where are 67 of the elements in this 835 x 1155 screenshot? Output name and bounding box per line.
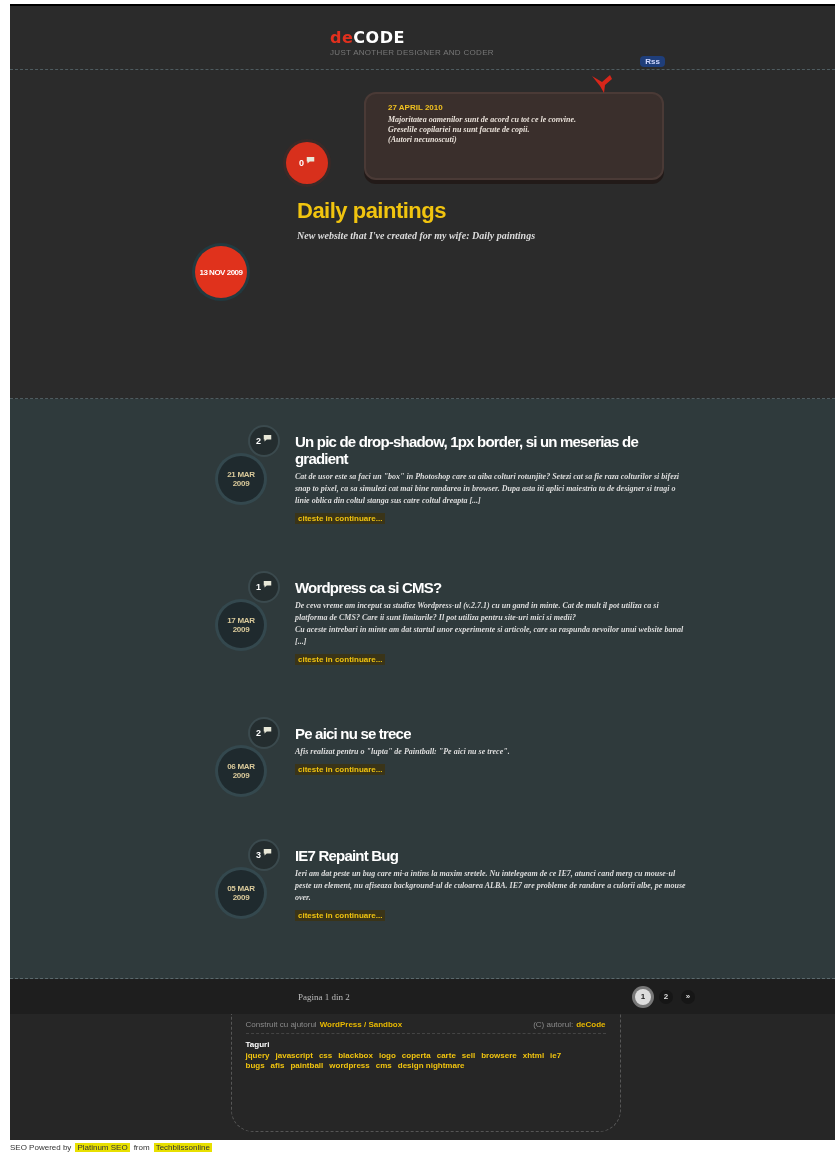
comments-link[interactable]: 3: [250, 841, 278, 869]
quote-date: 27 APRIL 2010: [388, 103, 444, 112]
post-excerpt: Cu aceste intrebari in minte am dat startul unor experimente si articole, care sa raspunda nevoilor unui website banal [...]: [295, 624, 685, 648]
seo-text: from: [133, 1143, 150, 1152]
tag-link[interactable]: ie7: [550, 1051, 562, 1060]
seo-text: SEO Powered by: [10, 1143, 72, 1152]
date-badge: 06 MAR 2009: [218, 748, 264, 794]
tag-link[interactable]: paintball: [290, 1061, 324, 1070]
tag-link[interactable]: bugs: [245, 1061, 265, 1070]
read-more-link[interactable]: citeste in continuare...: [295, 513, 386, 524]
tag-link[interactable]: blackbox: [338, 1051, 373, 1060]
date-badge: 05 MAR 2009: [218, 870, 264, 916]
date-badge: 17 MAR 2009: [218, 602, 264, 648]
post-title-link[interactable]: Wordpress ca si CMS?: [295, 579, 690, 596]
page-link[interactable]: 2: [659, 989, 673, 1004]
tag-link[interactable]: css: [318, 1051, 333, 1060]
post-excerpt: Afis realizat pentru o "lupta" de Paintball: "Pe aici nu se trece".: [295, 746, 511, 758]
credit-link[interactable]: WordPress / Sandbox: [319, 1020, 403, 1029]
read-more-link[interactable]: citeste in continuare...: [295, 910, 386, 921]
read-more-link[interactable]: citeste in continuare...: [295, 764, 386, 775]
tag-link[interactable]: wordpress: [329, 1061, 370, 1070]
speech-bubble-icon: [263, 848, 272, 856]
speech-bubble-icon: [263, 580, 272, 588]
comments-link[interactable]: 1: [250, 573, 278, 601]
author-text: (C) autorul:: [533, 1020, 574, 1029]
post-excerpt: Ieri am dat peste un bug care mi-a intins la maxim sretele. Nu intelegeam de ce IE7, atunci cand merg cu mouse-ul peste un element, nu afiseaza background-ul de culoarea ALBA. IE7 are probleme de randare a culorii albe, pe mouse over.: [295, 868, 687, 904]
speech-bubble-icon: [306, 156, 315, 164]
tag-link[interactable]: coperta: [401, 1051, 431, 1060]
tag-link[interactable]: xhtml: [522, 1051, 545, 1060]
tag-link[interactable]: jquery: [245, 1051, 270, 1060]
post-title-link[interactable]: Pe aici nu se trece: [295, 725, 690, 742]
site-logo[interactable]: deCODE: [330, 28, 405, 47]
tag-link[interactable]: afis: [270, 1061, 285, 1070]
tag-link[interactable]: browsere: [481, 1051, 517, 1060]
speech-bubble-icon: [263, 726, 272, 734]
site-tagline: JUST ANOTHER DESIGNER AND CODER: [330, 48, 494, 57]
post-excerpt: Cat de usor este sa faci un "box" in Photoshop care sa aiba colturi rotunjite? Setezi cat sa fie raza colturilor si bifezi snap to pixel, ca sa simulezi cat mai bine randarea in browser. Dupa asta iti aplici maiestria ta de designer si tragi o linie oblica din coltul stanga sus catre coltul dreapta [...]: [295, 471, 681, 507]
post-excerpt: New website that I've created for my wife: Daily paintings: [297, 230, 537, 241]
tag-link[interactable]: logo: [378, 1051, 396, 1060]
tag-link[interactable]: carte: [436, 1051, 456, 1060]
post-title-link[interactable]: IE7 Repaint Bug: [295, 847, 690, 864]
date-badge: 13 NOV 2009: [195, 246, 247, 298]
quote-line: Majoritatea oamenilor sunt de acord cu tot ce le convine.: [388, 115, 577, 125]
post-title-link[interactable]: Un pic de drop-shadow, 1px border, si un meserias de gradient: [295, 433, 690, 467]
tag-link[interactable]: cms: [375, 1061, 392, 1070]
author-link[interactable]: deCode: [576, 1020, 606, 1029]
page-link[interactable]: »: [681, 989, 695, 1004]
tag-link[interactable]: sell: [461, 1051, 476, 1060]
comments-link[interactable]: 2: [250, 427, 278, 455]
quote-line: (Autori necunoscuti): [388, 135, 458, 145]
post-excerpt: De ceva vreme am inceput sa studiez Wordpress-ul (v.2.7.1) cu un gand in minte. Cat de mult il pot utiliza ca si platforma de CMS? Care ii sunt limitarile? Il pot utiliza pentru site-uri mici si medii?: [295, 600, 660, 624]
quote-line: Greselile copilariei nu sunt facute de copii.: [388, 125, 531, 135]
seo-link[interactable]: Platinum SEO: [75, 1143, 130, 1152]
seo-link[interactable]: Techblissonline: [153, 1143, 212, 1152]
date-badge: 21 MAR 2009: [218, 456, 264, 502]
comments-link[interactable]: 2: [250, 719, 278, 747]
rss-link[interactable]: Rss: [640, 56, 665, 67]
post-title-link[interactable]: Daily paintings: [297, 198, 665, 224]
speech-bubble-icon: [263, 434, 272, 442]
read-more-link[interactable]: citeste in continuare...: [295, 654, 386, 665]
tag-link[interactable]: javascript: [275, 1051, 313, 1060]
tags-heading: Taguri: [245, 1040, 271, 1049]
comments-link[interactable]: 0: [286, 142, 328, 184]
page-link[interactable]: 1: [635, 988, 651, 1005]
tag-link[interactable]: design nightmare: [397, 1061, 465, 1070]
page-count-label: Pagina 1 din 2: [298, 991, 350, 1002]
credit-text: Construit cu ajutorul: [245, 1020, 317, 1029]
